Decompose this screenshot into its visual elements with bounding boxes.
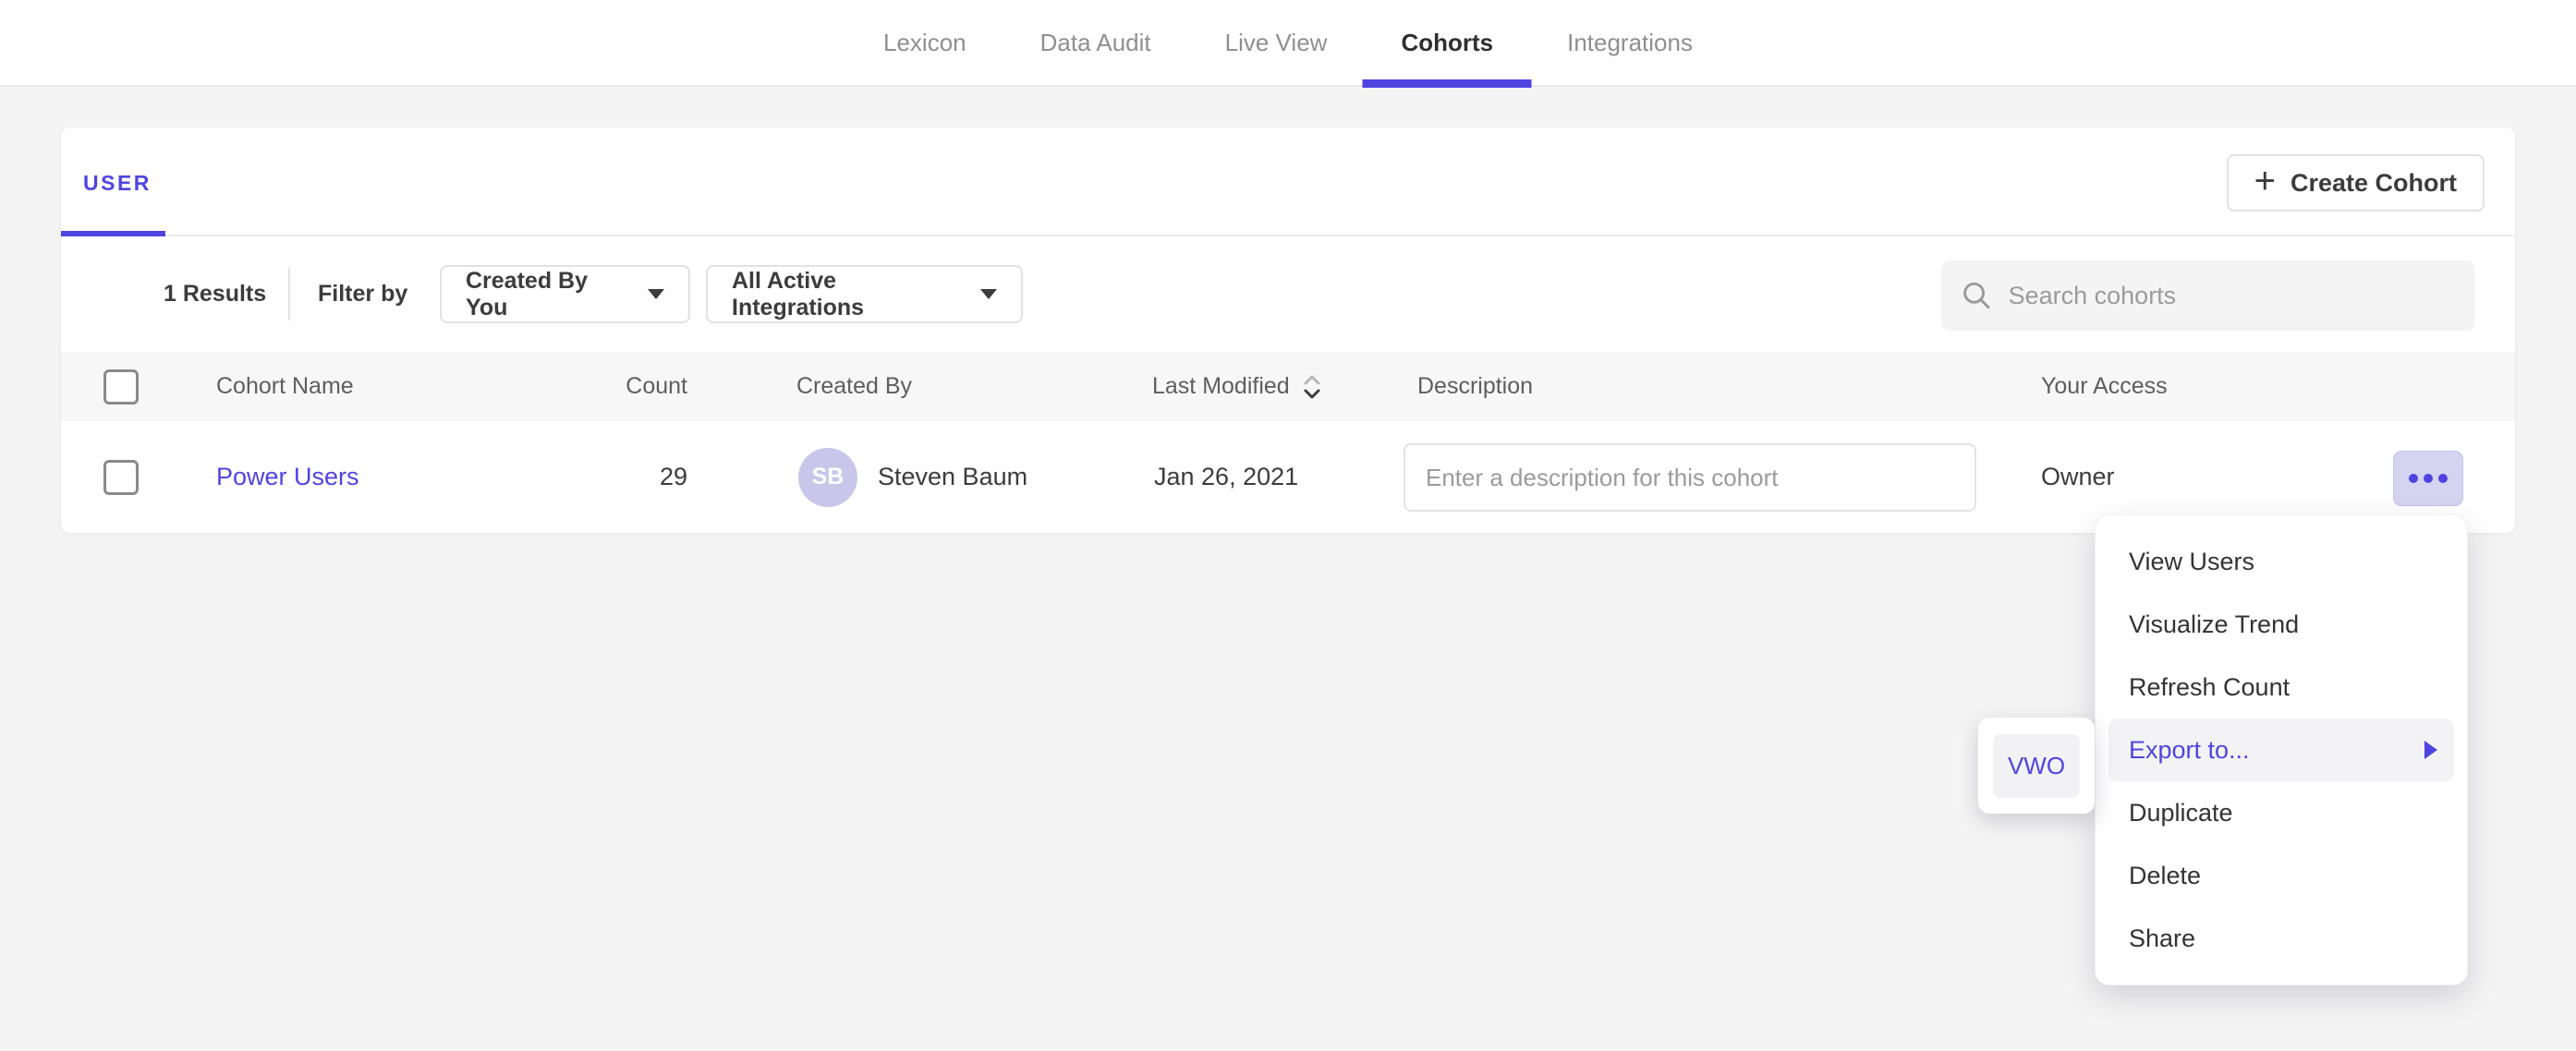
- row-context-menu: View Users Visualize Trend Refresh Count…: [2095, 514, 2468, 985]
- search-icon: [1962, 279, 1992, 312]
- menu-item-delete[interactable]: Delete: [2096, 844, 2467, 907]
- more-icon: [2424, 474, 2433, 483]
- plus-icon: +: [2254, 163, 2276, 199]
- create-cohort-label: Create Cohort: [2290, 169, 2457, 198]
- created-by-filter-value: Created By You: [466, 268, 631, 321]
- integrations-filter-dropdown[interactable]: All Active Integrations: [706, 265, 1023, 323]
- description-input[interactable]: [1403, 443, 1976, 512]
- select-all-checkbox[interactable]: [103, 369, 139, 405]
- chevron-down-icon: [648, 289, 664, 299]
- menu-item-view-users[interactable]: View Users: [2096, 530, 2467, 593]
- header-description: Description: [1417, 352, 1533, 421]
- menu-item-visualize-trend[interactable]: Visualize Trend: [2096, 593, 2467, 656]
- integrations-filter-value: All Active Integrations: [732, 268, 964, 321]
- more-icon: [2438, 474, 2448, 483]
- header-count: Count: [504, 352, 687, 421]
- header-last-modified-label: Last Modified: [1152, 373, 1290, 400]
- menu-item-duplicate[interactable]: Duplicate: [2096, 781, 2467, 844]
- menu-item-refresh-count[interactable]: Refresh Count: [2096, 656, 2467, 719]
- tab-live-view[interactable]: Live View: [1225, 0, 1328, 86]
- menu-item-export-to[interactable]: Export to...: [2108, 719, 2454, 781]
- more-actions-button[interactable]: [2393, 451, 2463, 506]
- table-header-row: Cohort Name Count Created By Last Modifi…: [61, 352, 2515, 421]
- header-your-access: Your Access: [2041, 352, 2168, 421]
- filter-by-label: Filter by: [318, 236, 407, 352]
- cohorts-card: USER + Create Cohort 1 Results Filter by…: [60, 127, 2516, 533]
- export-to-label: Export to...: [2129, 736, 2250, 765]
- more-icon: [2409, 474, 2418, 483]
- search-input[interactable]: [2009, 282, 2455, 310]
- header-created-by: Created By: [796, 352, 912, 421]
- row-checkbox[interactable]: [103, 460, 139, 495]
- header-cohort-name: Cohort Name: [216, 352, 354, 421]
- tab-data-audit[interactable]: Data Audit: [1040, 0, 1151, 86]
- avatar: SB: [798, 448, 857, 507]
- created-by-name: Steven Baum: [878, 421, 1027, 533]
- tab-user[interactable]: USER: [83, 171, 152, 196]
- search-box: [1941, 260, 2475, 331]
- results-count: 1 Results: [164, 236, 266, 352]
- export-submenu: VWO: [1978, 718, 2095, 814]
- tab-cohorts[interactable]: Cohorts: [1401, 0, 1493, 86]
- vertical-divider: [288, 268, 290, 320]
- cohort-count: 29: [504, 421, 687, 533]
- submenu-item-vwo[interactable]: VWO: [1993, 734, 2080, 798]
- created-by-filter-dropdown[interactable]: Created By You: [440, 265, 690, 323]
- header-last-modified[interactable]: Last Modified: [1152, 352, 1323, 421]
- tab-lexicon[interactable]: Lexicon: [883, 0, 966, 86]
- create-cohort-button[interactable]: + Create Cohort: [2227, 154, 2485, 211]
- cohort-name-link[interactable]: Power Users: [216, 463, 359, 491]
- filter-row: 1 Results Filter by Created By You All A…: [61, 236, 2515, 352]
- card-header: USER + Create Cohort: [61, 127, 2515, 236]
- menu-item-share[interactable]: Share: [2096, 907, 2467, 970]
- submenu-arrow-icon: [2424, 741, 2437, 759]
- sort-icon[interactable]: [1301, 371, 1323, 403]
- chevron-down-icon: [980, 289, 997, 299]
- last-modified-date: Jan 26, 2021: [1154, 421, 1298, 533]
- top-navigation: Lexicon Data Audit Live View Cohorts Int…: [0, 0, 2576, 87]
- tab-integrations[interactable]: Integrations: [1567, 0, 1693, 86]
